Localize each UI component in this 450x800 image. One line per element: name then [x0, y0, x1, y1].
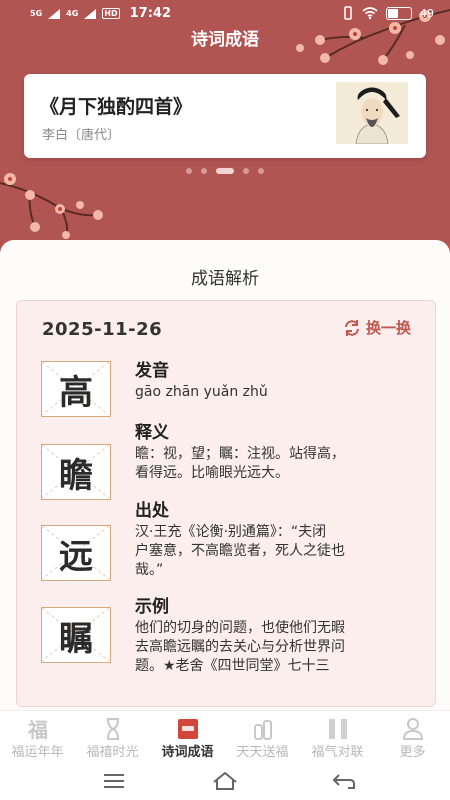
- idiom-char: 高: [59, 372, 93, 413]
- idiom-char: 远: [59, 536, 93, 577]
- system-nav-bar: [0, 762, 450, 800]
- refresh-button[interactable]: 换一换: [343, 317, 411, 338]
- battery-percent: 49: [420, 6, 434, 20]
- idiom-date: 2025-11-26: [42, 319, 163, 340]
- clock: 17:42: [129, 6, 172, 21]
- nav-item-fuxi[interactable]: 福禧时光: [75, 711, 150, 763]
- nav-label: 天天送福: [236, 745, 289, 760]
- signal-4g-label: 4G: [66, 9, 79, 18]
- content-sheet: 成语解析 2025-11-26 换一换 高 瞻 远 瞩 发音 gāo zhān …: [0, 240, 450, 710]
- nav-item-fuyun[interactable]: 福 福运年年: [0, 711, 75, 763]
- header-background: 5G 4G HD 17:42 49 诗词成语 《月下独酌四首》 李白〔唐代〕: [0, 0, 450, 262]
- carousel-indicator[interactable]: [0, 168, 450, 174]
- example-label: 示例: [135, 597, 169, 617]
- status-bar: 5G 4G HD 17:42 49: [0, 0, 450, 28]
- refresh-label: 换一换: [365, 319, 411, 337]
- nav-item-duilian[interactable]: 福气对联: [300, 711, 375, 763]
- pronunciation-section: 发音 gāo zhān yuǎn zhǔ: [135, 361, 415, 402]
- svg-text:福: 福: [27, 718, 48, 741]
- meaning-section: 释义 瞻：视，望；瞩：注视。站得高， 看得远。比喻眼光远大。: [135, 423, 415, 483]
- nav-label: 福运年年: [11, 745, 64, 760]
- nav-label: 诗词成语: [161, 745, 214, 760]
- nav-label: 福气对联: [311, 745, 364, 760]
- signal-icon: [84, 8, 97, 19]
- idiom-char-box-2: 瞻: [41, 444, 111, 500]
- pronunciation-text: gāo zhān yuǎn zhǔ: [135, 384, 268, 400]
- section-title: 成语解析: [191, 269, 259, 289]
- refresh-icon: [344, 319, 359, 336]
- idiom-char-box-1: 高: [41, 361, 111, 417]
- example-section: 示例 他们的切身的问题，也使他们无暇 去高瞻远瞩的去关心与分析世界问 题。★老舍…: [135, 597, 415, 676]
- example-text: 他们的切身的问题，也使他们无暇 去高瞻远瞩的去关心与分析世界问 题。★老舍《四世…: [135, 620, 345, 674]
- idiom-char: 瞻: [59, 455, 93, 496]
- nav-label: 福禧时光: [86, 745, 139, 760]
- carousel-dot[interactable]: [216, 168, 234, 174]
- poem-banner-card[interactable]: 《月下独酌四首》 李白〔唐代〕: [24, 74, 426, 158]
- page-title: 诗词成语: [191, 30, 259, 50]
- nav-item-more[interactable]: 更多: [375, 711, 450, 763]
- idiom-char: 瞩: [59, 618, 93, 659]
- source-label: 出处: [135, 501, 169, 521]
- signal-5g-label: 5G: [30, 9, 43, 18]
- poetry-book-icon: [177, 719, 198, 739]
- carousel-dot[interactable]: [201, 168, 207, 174]
- battery-icon: [386, 6, 412, 20]
- menu-icon[interactable]: [100, 770, 128, 792]
- idiom-char-box-4: 瞩: [41, 607, 111, 663]
- nav-label: 更多: [399, 745, 426, 760]
- hourglass-icon: [106, 718, 119, 740]
- wifi-icon: [362, 7, 378, 19]
- plum-blossom-branch-left: [0, 173, 103, 239]
- couplet-icon: [328, 719, 347, 739]
- pronunciation-label: 发音: [135, 361, 169, 381]
- carousel-dot[interactable]: [243, 168, 249, 174]
- source-section: 出处 汉·王充《论衡·别通篇》：“夫闭 户塞意，不高瞻览者，死人之徒也 哉。”: [135, 501, 415, 580]
- gift-bottles-icon: [253, 720, 272, 740]
- meaning-text: 瞻：视，望；瞩：注视。站得高， 看得远。比喻眼光远大。: [135, 446, 345, 481]
- back-icon[interactable]: [330, 770, 358, 792]
- vibrate-icon: [344, 6, 352, 20]
- nav-item-shici[interactable]: 诗词成语: [150, 711, 225, 763]
- fu-icon: 福: [27, 718, 48, 741]
- poem-author: 李白〔唐代〕: [42, 128, 121, 143]
- idiom-card: 2025-11-26 换一换 高 瞻 远 瞩 发音 gāo zhān yuǎn …: [16, 300, 436, 707]
- home-icon[interactable]: [211, 770, 239, 792]
- idiom-char-box-3: 远: [41, 525, 111, 581]
- source-text: 汉·王充《论衡·别通篇》：“夫闭 户塞意，不高瞻览者，死人之徒也 哉。”: [135, 524, 345, 578]
- nav-item-songfu[interactable]: 天天送福: [225, 711, 300, 763]
- hd-badge: HD: [102, 8, 120, 19]
- poem-title: 《月下独酌四首》: [40, 96, 193, 118]
- carousel-dot[interactable]: [258, 168, 264, 174]
- poet-portrait: [336, 82, 408, 144]
- person-icon: [402, 718, 423, 740]
- carousel-dot[interactable]: [186, 168, 192, 174]
- bottom-nav: 福 福运年年 福禧时光 诗词成语 天天送福 福气对联 更多: [0, 710, 450, 763]
- signal-icon: [48, 8, 61, 19]
- meaning-label: 释义: [135, 423, 169, 443]
